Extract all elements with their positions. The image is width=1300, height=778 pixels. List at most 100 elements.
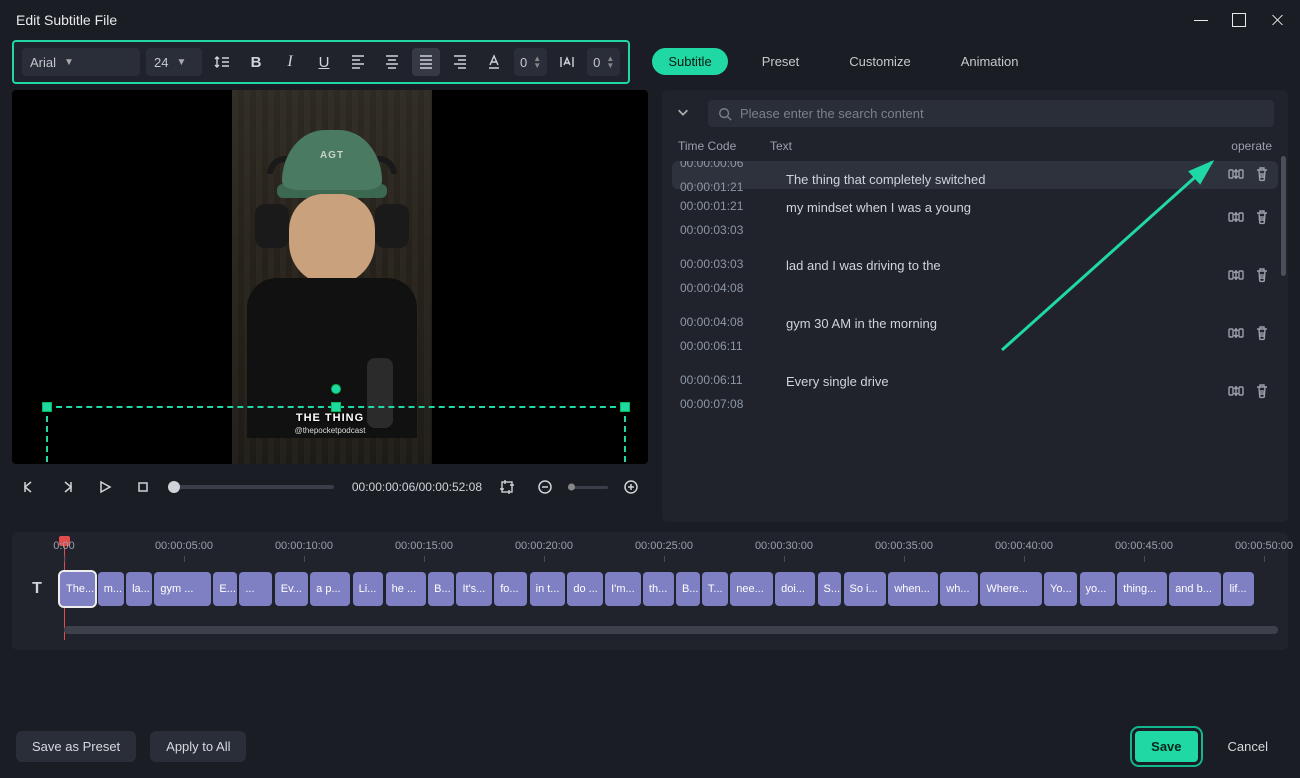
split-icon[interactable] bbox=[1228, 325, 1244, 344]
subtitle-row[interactable]: 00:00:00:0600:00:01:21The thing that com… bbox=[672, 161, 1278, 189]
collapse-button[interactable] bbox=[676, 105, 698, 122]
timeline-clip[interactable]: E... bbox=[213, 572, 237, 606]
maximize-button[interactable] bbox=[1232, 13, 1246, 27]
timeline-clip[interactable]: yo... bbox=[1080, 572, 1115, 606]
timeline-clip[interactable]: th... bbox=[643, 572, 674, 606]
subtitle-bounding-box[interactable] bbox=[46, 406, 626, 464]
timeline-tick: 00:00:50:00 bbox=[1235, 540, 1293, 552]
timeline-clip[interactable]: nee... bbox=[730, 572, 772, 606]
timeline-clip[interactable]: fo... bbox=[494, 572, 527, 606]
timeline-clip[interactable]: la... bbox=[126, 572, 152, 606]
timeline-clip[interactable]: ... bbox=[239, 572, 272, 606]
play-button[interactable] bbox=[92, 474, 118, 500]
timeline-clip[interactable]: thing... bbox=[1117, 572, 1167, 606]
timeline-clip[interactable]: in t... bbox=[530, 572, 565, 606]
timeline-tick: 00:00:45:00 bbox=[1115, 540, 1173, 552]
stop-button[interactable] bbox=[130, 474, 156, 500]
timeline-clip[interactable]: Where... bbox=[980, 572, 1041, 606]
video-preview[interactable]: THE THING @thepocketpodcast The thing th… bbox=[12, 90, 648, 464]
timeline-ruler[interactable]: 0:0000:00:05:0000:00:10:0000:00:15:0000:… bbox=[64, 540, 1278, 568]
prev-frame-button[interactable] bbox=[16, 474, 42, 500]
tab-preset[interactable]: Preset bbox=[746, 48, 816, 75]
italic-button[interactable]: I bbox=[276, 48, 304, 76]
letter-spacing-input[interactable]: 0 ▲▼ bbox=[587, 48, 620, 76]
tab-customize[interactable]: Customize bbox=[833, 48, 926, 75]
split-icon[interactable] bbox=[1228, 209, 1244, 228]
trash-icon[interactable] bbox=[1254, 267, 1270, 286]
timeline-track[interactable]: The...m...la...gym ...E......Ev...a p...… bbox=[60, 572, 1278, 606]
timeline-clip[interactable]: when... bbox=[888, 572, 938, 606]
timeline-tick: 00:00:15:00 bbox=[395, 540, 453, 552]
font-size-select[interactable]: 24 ▼ bbox=[146, 48, 202, 76]
timeline-clip[interactable]: T... bbox=[702, 572, 728, 606]
apply-all-button[interactable]: Apply to All bbox=[150, 731, 246, 762]
timeline-clip[interactable]: a p... bbox=[310, 572, 350, 606]
tab-animation[interactable]: Animation bbox=[945, 48, 1035, 75]
search-input[interactable]: Please enter the search content bbox=[708, 100, 1274, 127]
timeline-clip[interactable]: S... bbox=[818, 572, 842, 606]
font-select[interactable]: Arial ▼ bbox=[22, 48, 140, 76]
timeline-clip[interactable]: wh... bbox=[940, 572, 978, 606]
track-label-text: T bbox=[22, 580, 52, 598]
next-frame-button[interactable] bbox=[54, 474, 80, 500]
subtitle-row[interactable]: 00:00:04:0800:00:06:11gym 30 AM in the m… bbox=[672, 305, 1278, 363]
zoom-in-button[interactable] bbox=[618, 474, 644, 500]
col-timecode: Time Code bbox=[678, 139, 770, 153]
timeline-clip[interactable]: gym ... bbox=[154, 572, 211, 606]
spinner-icon[interactable]: ▲▼ bbox=[606, 55, 614, 69]
seek-slider[interactable] bbox=[174, 485, 334, 489]
align-left-button[interactable] bbox=[344, 48, 372, 76]
timeline-clip[interactable]: It's... bbox=[456, 572, 491, 606]
crop-button[interactable] bbox=[494, 474, 520, 500]
line-spacing-button[interactable] bbox=[208, 48, 236, 76]
timeline-clip[interactable]: B... bbox=[428, 572, 454, 606]
text-color-button[interactable] bbox=[480, 48, 508, 76]
split-icon[interactable] bbox=[1228, 267, 1244, 286]
trash-icon[interactable] bbox=[1254, 325, 1270, 344]
timeline-scrollbar[interactable] bbox=[64, 626, 1278, 634]
align-center-button[interactable] bbox=[378, 48, 406, 76]
trash-icon[interactable] bbox=[1254, 166, 1270, 185]
save-button[interactable]: Save bbox=[1135, 731, 1197, 762]
cancel-button[interactable]: Cancel bbox=[1212, 731, 1284, 762]
timeline-clip[interactable]: doi... bbox=[775, 572, 815, 606]
timeline-clip[interactable]: Li... bbox=[353, 572, 384, 606]
timeline-clip[interactable]: The... bbox=[60, 572, 95, 606]
save-preset-button[interactable]: Save as Preset bbox=[16, 731, 136, 762]
timeline-clip[interactable]: I'm... bbox=[605, 572, 640, 606]
minimize-button[interactable] bbox=[1194, 13, 1208, 27]
split-icon[interactable] bbox=[1228, 166, 1244, 185]
close-button[interactable] bbox=[1270, 13, 1284, 27]
timeline-clip[interactable]: So i... bbox=[844, 572, 886, 606]
align-right-button[interactable] bbox=[446, 48, 474, 76]
subtitle-times: 00:00:06:1100:00:07:08 bbox=[680, 373, 770, 411]
spinner-icon[interactable]: ▲▼ bbox=[533, 55, 541, 69]
timeline-clip[interactable]: B... bbox=[676, 572, 700, 606]
timeline-clip[interactable]: Ev... bbox=[275, 572, 308, 606]
tab-subtitle[interactable]: Subtitle bbox=[652, 48, 727, 75]
search-icon bbox=[718, 107, 732, 121]
timecode-display: 00:00:00:06/00:00:52:08 bbox=[352, 480, 482, 494]
subtitle-row[interactable]: 00:00:03:0300:00:04:08lad and I was driv… bbox=[672, 247, 1278, 305]
split-icon[interactable] bbox=[1228, 383, 1244, 402]
timeline-clip[interactable]: and b... bbox=[1169, 572, 1221, 606]
timeline-clip[interactable]: he ... bbox=[386, 572, 426, 606]
underline-button[interactable]: U bbox=[310, 48, 338, 76]
timeline-clip[interactable]: m... bbox=[98, 572, 124, 606]
spacing-value: 0 bbox=[593, 55, 600, 70]
trash-icon[interactable] bbox=[1254, 209, 1270, 228]
align-justify-button[interactable] bbox=[412, 48, 440, 76]
timeline-clip[interactable]: Yo... bbox=[1044, 572, 1077, 606]
scrollbar[interactable] bbox=[1281, 156, 1286, 276]
timeline-clip[interactable]: lif... bbox=[1223, 572, 1254, 606]
letter-spacing-button[interactable] bbox=[553, 48, 581, 76]
subtitle-row[interactable]: 00:00:01:2100:00:03:03my mindset when I … bbox=[672, 189, 1278, 247]
trash-icon[interactable] bbox=[1254, 383, 1270, 402]
bold-button[interactable]: B bbox=[242, 48, 270, 76]
timeline: 0:0000:00:05:0000:00:10:0000:00:15:0000:… bbox=[12, 532, 1288, 650]
zoom-out-button[interactable] bbox=[532, 474, 558, 500]
outline-input[interactable]: 0 ▲▼ bbox=[514, 48, 547, 76]
timeline-clip[interactable]: do ... bbox=[567, 572, 602, 606]
subtitle-row[interactable]: 00:00:06:1100:00:07:08Every single drive bbox=[672, 363, 1278, 421]
zoom-slider[interactable] bbox=[568, 486, 608, 489]
